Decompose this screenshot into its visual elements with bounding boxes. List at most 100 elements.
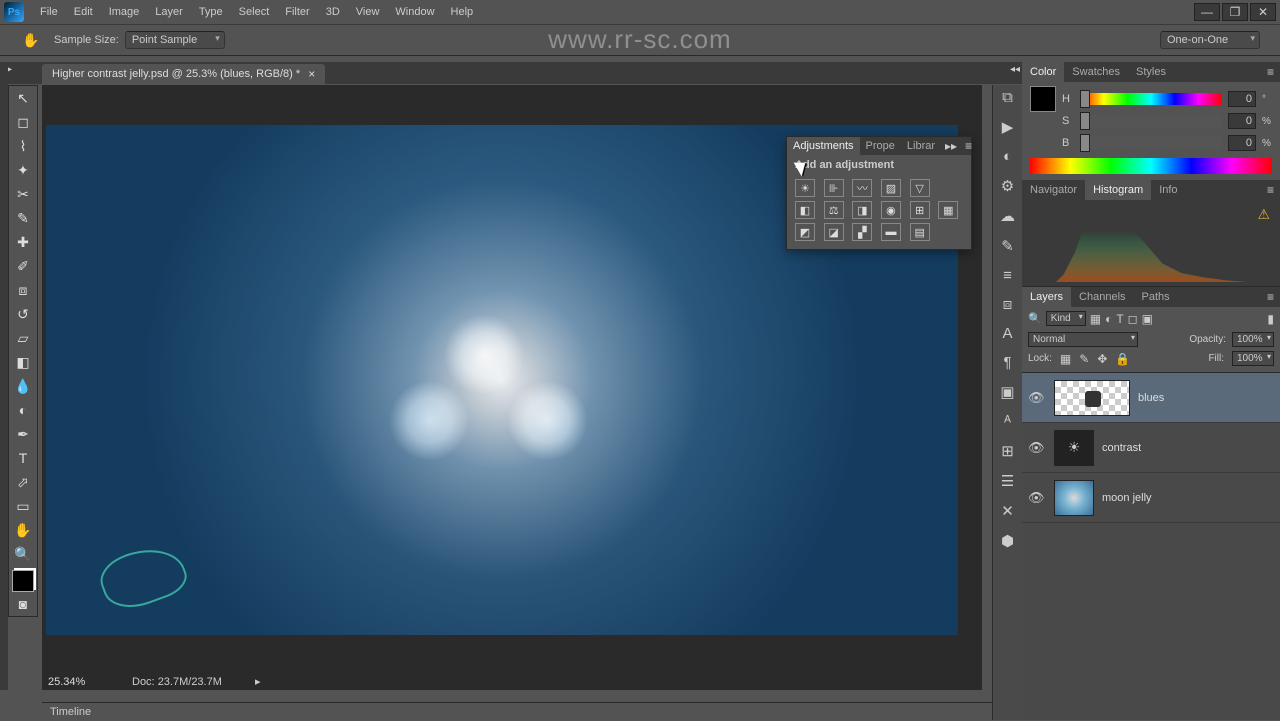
window-minimize-icon[interactable]: — — [1194, 3, 1220, 21]
curves-icon[interactable]: 〰 — [852, 179, 872, 197]
levels-icon[interactable]: ⊪ — [824, 179, 844, 197]
eyedropper-tool-icon[interactable]: ✎ — [12, 207, 34, 229]
panel-icon-cloud[interactable]: ☁ — [1000, 207, 1015, 225]
panel-icon-sliders[interactable]: ≡ — [1003, 267, 1012, 284]
layer-row[interactable]: 👁 moon jelly — [1022, 473, 1280, 523]
hue-sat-icon[interactable]: ◧ — [795, 201, 815, 219]
lock-all-icon[interactable]: 🔒 — [1115, 352, 1130, 366]
panel-icon-yin[interactable]: ◐ — [1003, 148, 1012, 165]
shape-tool-icon[interactable]: ▭ — [12, 495, 34, 517]
type-tool-icon[interactable]: T — [12, 447, 34, 469]
threshold-icon[interactable]: ▞ — [852, 223, 872, 241]
s-value[interactable]: 0 — [1228, 113, 1256, 129]
menu-3d[interactable]: 3D — [318, 0, 348, 24]
window-close-icon[interactable]: ✕ — [1250, 3, 1276, 21]
hand-tool-icon[interactable]: ✋ — [20, 29, 42, 51]
menu-view[interactable]: View — [348, 0, 388, 24]
selective-color-icon[interactable]: ▤ — [910, 223, 930, 241]
tab-adjustments[interactable]: Adjustments — [787, 137, 860, 155]
dodge-tool-icon[interactable]: ◐ — [12, 399, 34, 421]
panel-icon-gear[interactable]: ⚙ — [1001, 177, 1014, 195]
channel-mixer-icon[interactable]: ⊞ — [910, 201, 930, 219]
move-tool-icon[interactable]: ↖ — [12, 87, 34, 109]
visibility-icon[interactable]: 👁 — [1028, 440, 1046, 456]
tab-histogram[interactable]: Histogram — [1085, 180, 1151, 200]
layers-panel-menu-icon[interactable]: ≡ — [1261, 290, 1280, 304]
panel-icon-stack[interactable]: ⧈ — [1003, 296, 1013, 313]
panel-icon-layers[interactable]: ▣ — [1000, 383, 1014, 401]
color-spectrum[interactable] — [1030, 158, 1272, 174]
nav-panel-menu-icon[interactable]: ≡ — [1261, 183, 1280, 197]
exposure-icon[interactable]: ▨ — [881, 179, 901, 197]
panel-icon-brush[interactable]: ✎ — [1001, 237, 1014, 255]
menu-window[interactable]: Window — [387, 0, 442, 24]
sample-size-dropdown[interactable]: Point Sample — [125, 31, 225, 49]
tab-channels[interactable]: Channels — [1071, 287, 1133, 307]
fg-bg-color-swatch[interactable] — [12, 570, 34, 592]
menu-help[interactable]: Help — [443, 0, 482, 24]
posterize-icon[interactable]: ◪ — [824, 223, 844, 241]
panel-icon-cross[interactable]: ✕ — [1001, 502, 1014, 520]
tab-color[interactable]: Color — [1022, 62, 1064, 82]
eraser-tool-icon[interactable]: ▱ — [12, 327, 34, 349]
filter-adjust-icon[interactable]: ◐ — [1105, 312, 1112, 326]
brightness-contrast-icon[interactable]: ☀ — [795, 179, 815, 197]
lock-transparency-icon[interactable]: ▦ — [1060, 352, 1071, 366]
magic-wand-tool-icon[interactable]: ✦ — [12, 159, 34, 181]
fill-input[interactable]: 100% — [1232, 351, 1274, 366]
panel-icon-align[interactable]: ☰ — [1001, 472, 1014, 490]
layer-row[interactable]: 👁 blues — [1022, 373, 1280, 423]
marquee-tool-icon[interactable]: ◻ — [12, 111, 34, 133]
panel-icon-char[interactable]: A — [1002, 325, 1012, 342]
panel-menu-icon[interactable]: ≡ — [961, 139, 976, 153]
hue-slider[interactable] — [1080, 93, 1222, 105]
crop-tool-icon[interactable]: ✂ — [12, 183, 34, 205]
doc-size-status[interactable]: Doc: 23.7M/23.7M ▸ — [132, 675, 260, 688]
zoom-tool-icon[interactable]: 🔍 — [12, 543, 34, 565]
menu-type[interactable]: Type — [191, 0, 231, 24]
tab-properties[interactable]: Prope — [860, 137, 901, 155]
filter-pixel-icon[interactable]: ▦ — [1090, 312, 1101, 326]
zoom-level[interactable]: 25.34% — [48, 676, 85, 688]
h-value[interactable]: 0 — [1228, 91, 1256, 107]
filter-smart-icon[interactable]: ▣ — [1142, 312, 1153, 326]
visibility-icon[interactable]: 👁 — [1028, 490, 1046, 506]
tab-swatches[interactable]: Swatches — [1064, 62, 1128, 82]
color-panel-menu-icon[interactable]: ≡ — [1261, 65, 1280, 79]
panel-icon-play[interactable]: ▶ — [1002, 118, 1014, 136]
search-icon[interactable]: 🔍 — [1028, 312, 1042, 325]
tab-paths[interactable]: Paths — [1134, 287, 1178, 307]
panel-icon-1[interactable]: ⧉ — [1002, 89, 1013, 106]
panel-icon-grid[interactable]: ⊞ — [1001, 442, 1014, 460]
path-select-tool-icon[interactable]: ⬀ — [12, 471, 34, 493]
tab-layers[interactable]: Layers — [1022, 287, 1071, 307]
panel-icon-cube[interactable]: ⬢ — [1001, 532, 1014, 550]
color-balance-icon[interactable]: ⚖ — [824, 201, 844, 219]
layer-name[interactable]: blues — [1138, 392, 1164, 404]
document-tab[interactable]: Higher contrast jelly.psd @ 25.3% (blues… — [42, 64, 325, 84]
vibrance-icon[interactable]: ▽ — [910, 179, 930, 197]
bw-icon[interactable]: ◨ — [852, 201, 872, 219]
panel-icon-a2[interactable]: ᴬ — [1004, 413, 1011, 430]
hand-tool-icon[interactable]: ✋ — [12, 519, 34, 541]
filter-kind-dropdown[interactable]: Kind — [1046, 311, 1086, 326]
fg-bg-swatch[interactable] — [1030, 86, 1056, 112]
layer-name[interactable]: contrast — [1102, 442, 1141, 454]
gradient-tool-icon[interactable]: ◧ — [12, 351, 34, 373]
timeline-panel[interactable]: Timeline — [42, 702, 992, 720]
photo-filter-icon[interactable]: ◉ — [881, 201, 901, 219]
lasso-tool-icon[interactable]: ⌇ — [12, 135, 34, 157]
layer-name[interactable]: moon jelly — [1102, 492, 1152, 504]
tab-libraries[interactable]: Librar — [901, 137, 941, 155]
tab-close-icon[interactable]: × — [308, 67, 315, 81]
layer-thumbnail[interactable] — [1054, 480, 1094, 516]
filter-toggle-icon[interactable]: ▮ — [1267, 312, 1274, 326]
tab-info[interactable]: Info — [1151, 180, 1185, 200]
blur-tool-icon[interactable]: 💧 — [12, 375, 34, 397]
workspace-dropdown[interactable]: One-on-One — [1160, 31, 1260, 49]
tab-navigator[interactable]: Navigator — [1022, 180, 1085, 200]
layer-thumbnail[interactable] — [1054, 380, 1130, 416]
gradient-map-icon[interactable]: ▬ — [881, 223, 901, 241]
color-lookup-icon[interactable]: ▦ — [938, 201, 958, 219]
tab-styles[interactable]: Styles — [1128, 62, 1174, 82]
